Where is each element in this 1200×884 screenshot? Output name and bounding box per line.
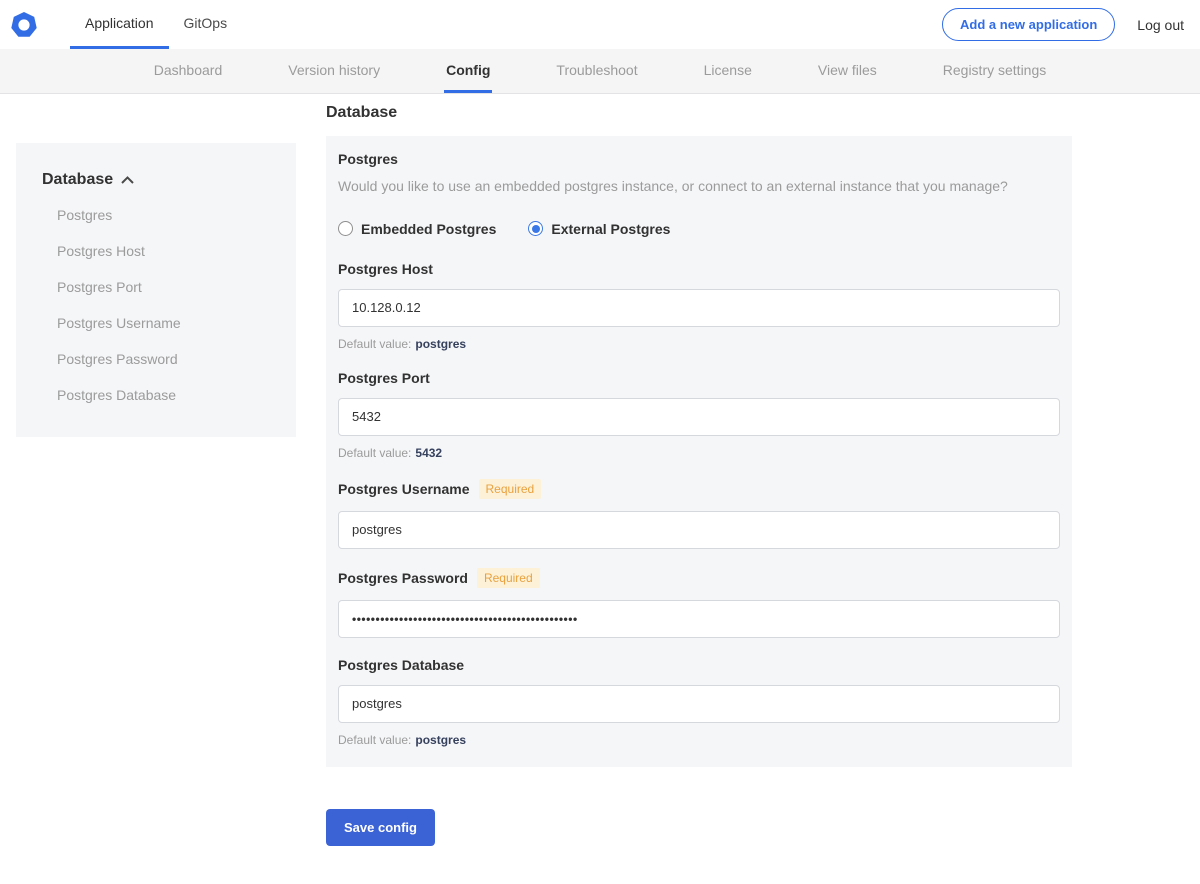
field-postgres-password: Postgres Password Required bbox=[338, 567, 1060, 638]
field-label: Postgres Host bbox=[338, 260, 433, 277]
sidebar-item-postgres-host[interactable]: Postgres Host bbox=[16, 233, 296, 269]
radio-unselected-icon bbox=[338, 221, 353, 237]
field-postgres-database: Postgres Database Default value:postgres bbox=[338, 657, 1060, 747]
field-postgres-username: Postgres Username Required bbox=[338, 478, 1060, 549]
replicated-logo-icon bbox=[11, 11, 37, 37]
radio-label: External Postgres bbox=[551, 220, 671, 237]
app-subnav: Dashboard Version history Config Trouble… bbox=[0, 49, 1200, 94]
postgres-mode-radio-group: Embedded Postgres External Postgres bbox=[338, 221, 1060, 237]
subnav-tab-registry-settings[interactable]: Registry settings bbox=[941, 49, 1048, 93]
postgres-port-input[interactable] bbox=[338, 397, 1060, 436]
top-tabs: Application GitOps bbox=[70, 0, 242, 49]
add-new-application-button[interactable]: Add a new application bbox=[942, 8, 1116, 41]
sidebar-group-label: Database bbox=[42, 171, 114, 188]
field-label: Postgres Username bbox=[338, 480, 470, 497]
postgres-host-input[interactable] bbox=[338, 288, 1060, 327]
subnav-tab-view-files[interactable]: View files bbox=[816, 49, 879, 93]
config-sidebar: Database Postgres Postgres Host Postgres… bbox=[16, 143, 296, 437]
top-header: Application GitOps Add a new application… bbox=[0, 0, 1200, 49]
postgres-help-text: Would you like to use an embedded postgr… bbox=[338, 178, 1008, 194]
sidebar-item-postgres-username[interactable]: Postgres Username bbox=[16, 305, 296, 341]
field-postgres-host: Postgres Host Default value:postgres bbox=[338, 261, 1060, 351]
sidebar-item-postgres-port[interactable]: Postgres Port bbox=[16, 269, 296, 305]
subnav-tab-dashboard[interactable]: Dashboard bbox=[152, 49, 225, 93]
header-right: Add a new application Log out bbox=[942, 0, 1200, 49]
subnav-tab-version-history[interactable]: Version history bbox=[286, 49, 382, 93]
logout-button[interactable]: Log out bbox=[1137, 17, 1184, 33]
sidebar-item-postgres-password[interactable]: Postgres Password bbox=[16, 341, 296, 377]
subnav-tab-config[interactable]: Config bbox=[444, 49, 493, 93]
postgres-password-input[interactable] bbox=[338, 599, 1060, 638]
default-value-line: Default value: postgres bbox=[338, 732, 467, 747]
radio-external-postgres[interactable]: External Postgres bbox=[528, 221, 670, 237]
postgres-group-heading: Postgres bbox=[338, 151, 398, 167]
app-logo[interactable] bbox=[8, 0, 52, 49]
database-config-panel: Postgres Would you like to use an embedd… bbox=[326, 136, 1072, 767]
radio-label: Embedded Postgres bbox=[361, 220, 497, 237]
subnav-tab-license[interactable]: License bbox=[702, 49, 754, 93]
config-content: Database Postgres Postgres Host Postgres… bbox=[0, 94, 1200, 883]
field-label: Postgres Database bbox=[338, 656, 465, 673]
default-value-line: Default value: 5432 bbox=[338, 445, 443, 460]
postgres-database-input[interactable] bbox=[338, 684, 1060, 723]
field-postgres-port: Postgres Port Default value:5432 bbox=[338, 370, 1060, 460]
subnav-tab-troubleshoot[interactable]: Troubleshoot bbox=[554, 49, 639, 93]
default-value-line: Default value: postgres bbox=[338, 336, 467, 351]
sidebar-item-postgres-database[interactable]: Postgres Database bbox=[16, 377, 296, 413]
sidebar-group-database[interactable]: Database bbox=[16, 171, 296, 189]
tab-application[interactable]: Application bbox=[70, 0, 169, 49]
radio-embedded-postgres[interactable]: Embedded Postgres bbox=[338, 221, 496, 237]
chevron-up-icon bbox=[121, 176, 134, 184]
kots-admin-console: Application GitOps Add a new application… bbox=[0, 0, 1200, 884]
field-label: Postgres Port bbox=[338, 369, 430, 386]
radio-selected-icon bbox=[528, 221, 544, 237]
required-badge: Required bbox=[476, 567, 540, 588]
save-config-button[interactable]: Save config bbox=[326, 808, 435, 846]
field-label: Postgres Password bbox=[338, 569, 468, 586]
section-title: Database bbox=[326, 104, 398, 121]
sidebar-items: Postgres Postgres Host Postgres Port Pos… bbox=[16, 197, 296, 413]
config-main: Database Postgres Would you like to use … bbox=[326, 104, 1072, 846]
required-badge: Required bbox=[478, 478, 542, 499]
tab-gitops[interactable]: GitOps bbox=[169, 0, 243, 49]
sidebar-item-postgres[interactable]: Postgres bbox=[16, 197, 296, 233]
postgres-username-input[interactable] bbox=[338, 510, 1060, 549]
